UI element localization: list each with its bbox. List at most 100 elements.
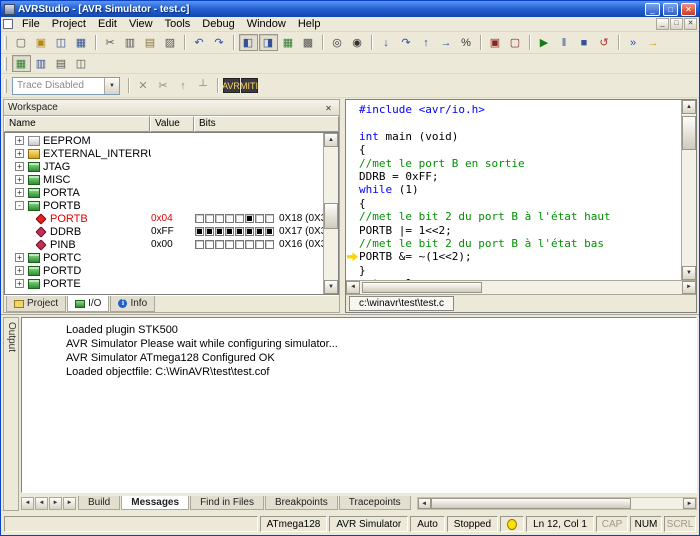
tree-row-porta[interactable]: +PORTA bbox=[5, 186, 322, 199]
tab-scroll-prev-icon[interactable]: ◄ bbox=[35, 497, 48, 510]
workspace-header[interactable]: Workspace ✕ bbox=[4, 100, 339, 116]
scroll-down-icon[interactable]: ▼ bbox=[324, 280, 338, 294]
mdi-minimize-button[interactable]: _ bbox=[656, 18, 669, 30]
scroll-track[interactable] bbox=[324, 147, 338, 280]
new-file-icon[interactable]: ▢ bbox=[12, 34, 31, 51]
bit-4-checkbox[interactable] bbox=[225, 240, 234, 249]
expand-icon[interactable]: + bbox=[15, 136, 24, 145]
trace-up-icon[interactable]: ↑ bbox=[174, 77, 193, 94]
expand-icon[interactable]: + bbox=[15, 188, 24, 197]
find-in-files-icon[interactable]: ◉ bbox=[348, 34, 367, 51]
code-line-6[interactable]: DDRB = 0xFF; bbox=[346, 170, 680, 183]
device-badge-icon[interactable]: MITI bbox=[241, 78, 258, 93]
maximize-button[interactable]: □ bbox=[663, 3, 678, 16]
scroll-track[interactable] bbox=[682, 114, 696, 266]
save-all-icon[interactable]: ▦ bbox=[72, 34, 91, 51]
close-button[interactable]: ✕ bbox=[681, 3, 696, 16]
bit-0-checkbox[interactable] bbox=[265, 214, 274, 223]
column-header-value[interactable]: Value bbox=[150, 116, 194, 132]
code-line-11[interactable]: //met le bit 2 du port B à l'état bas bbox=[346, 237, 680, 250]
tree-row-portb[interactable]: -PORTB bbox=[5, 199, 322, 212]
bit-7-checkbox[interactable] bbox=[195, 227, 204, 236]
cut-icon[interactable]: ✂ bbox=[101, 34, 120, 51]
code-line-12[interactable]: PORTB &= ~(1<<2); bbox=[346, 250, 680, 263]
clear-trace-icon[interactable]: ✂ bbox=[154, 77, 173, 94]
print-icon[interactable]: ▨ bbox=[161, 34, 180, 51]
output-tab-tracepoints[interactable]: Tracepoints bbox=[339, 496, 411, 510]
output-panel-tab[interactable]: Output bbox=[3, 317, 19, 511]
editor-hscrollbar[interactable]: ◄ ► bbox=[346, 280, 696, 294]
bit-2-checkbox[interactable] bbox=[245, 240, 254, 249]
expand-icon[interactable]: + bbox=[15, 279, 24, 288]
menu-edit[interactable]: Edit bbox=[92, 18, 123, 30]
chevron-down-icon[interactable]: ▼ bbox=[104, 78, 119, 94]
trace-dropdown[interactable]: Trace Disabled ▼ bbox=[12, 77, 120, 95]
pause-icon[interactable]: ‖ bbox=[555, 34, 574, 51]
scroll-up-icon[interactable]: ▲ bbox=[324, 133, 338, 147]
bit-5-checkbox[interactable] bbox=[215, 227, 224, 236]
undo-icon[interactable]: ↶ bbox=[190, 34, 209, 51]
bit-0-checkbox[interactable] bbox=[265, 227, 274, 236]
bit-1-checkbox[interactable] bbox=[255, 214, 264, 223]
expand-icon[interactable]: + bbox=[15, 266, 24, 275]
expand-icon[interactable]: + bbox=[15, 149, 24, 158]
save-file-icon[interactable]: ◫ bbox=[52, 34, 71, 51]
reset-icon[interactable]: ↺ bbox=[595, 34, 614, 51]
scroll-thumb[interactable] bbox=[431, 498, 631, 509]
expand-icon[interactable]: + bbox=[15, 175, 24, 184]
copy-icon[interactable]: ▥ bbox=[121, 34, 140, 51]
memory-window-icon[interactable]: ◫ bbox=[72, 55, 91, 72]
menu-window[interactable]: Window bbox=[241, 18, 292, 30]
toggle-watch-icon[interactable]: ▩ bbox=[299, 34, 318, 51]
bit-3-checkbox[interactable] bbox=[235, 227, 244, 236]
file-tab-test-c[interactable]: c:\winavr\test\test.c bbox=[349, 296, 454, 311]
toolbar-grip[interactable] bbox=[4, 79, 7, 93]
code-editor[interactable]: #include <avr/io.h>int main (void){//met… bbox=[346, 100, 696, 280]
collapse-icon[interactable]: - bbox=[15, 201, 24, 210]
editor-vscrollbar[interactable]: ▲ ▼ bbox=[681, 100, 696, 280]
bit-1-checkbox[interactable] bbox=[255, 227, 264, 236]
stop-icon[interactable]: ■ bbox=[575, 34, 594, 51]
code-line-13[interactable]: } bbox=[346, 264, 680, 277]
scroll-track[interactable] bbox=[431, 498, 683, 509]
bit-4-checkbox[interactable] bbox=[225, 227, 234, 236]
scroll-thumb[interactable] bbox=[324, 203, 338, 229]
menu-debug[interactable]: Debug bbox=[196, 18, 240, 30]
title-bar[interactable]: AVRStudio - [AVR Simulator - test.c] _ □… bbox=[1, 1, 699, 17]
next-breakpoint-icon[interactable]: » bbox=[624, 34, 643, 51]
code-line-7[interactable]: while (1) bbox=[346, 183, 680, 196]
tab-scroll-last-icon[interactable]: ► bbox=[63, 497, 76, 510]
code-line-3[interactable]: int main (void) bbox=[346, 130, 680, 143]
code-line-5[interactable]: //met le port B en sortie bbox=[346, 157, 680, 170]
workspace-tab-info[interactable]: Info bbox=[110, 296, 155, 312]
menu-project[interactable]: Project bbox=[46, 18, 92, 30]
tree-row-pinb[interactable]: PINB0x000X16 (0X36) bbox=[5, 238, 322, 251]
redo-icon[interactable]: ↷ bbox=[210, 34, 229, 51]
tree-row-ddrb[interactable]: DDRB0xFF0X17 (0X37) bbox=[5, 225, 322, 238]
tab-scroll-next-icon[interactable]: ► bbox=[49, 497, 62, 510]
tree-row-portb[interactable]: PORTB0x040X18 (0X38) bbox=[5, 212, 322, 225]
code-line-9[interactable]: //met le bit 2 du port B à l'état haut bbox=[346, 210, 680, 223]
workspace-scrollbar[interactable]: ▲ ▼ bbox=[323, 133, 338, 294]
scroll-thumb[interactable] bbox=[682, 116, 696, 150]
tree-row-portd[interactable]: +PORTD bbox=[5, 264, 322, 277]
tree-row-porte[interactable]: +PORTE bbox=[5, 277, 322, 290]
code-line-14[interactable]: return 1; bbox=[346, 277, 680, 280]
run-to-cursor-icon[interactable]: → bbox=[437, 34, 456, 51]
bit-7-checkbox[interactable] bbox=[195, 240, 204, 249]
scroll-thumb[interactable] bbox=[362, 282, 482, 293]
output-tab-messages[interactable]: Messages bbox=[121, 496, 189, 510]
bit-0-checkbox[interactable] bbox=[265, 240, 274, 249]
toggle-workspace-icon[interactable]: ◧ bbox=[239, 34, 258, 51]
code-line-8[interactable]: { bbox=[346, 197, 680, 210]
code-line-4[interactable]: { bbox=[346, 143, 680, 156]
bit-6-checkbox[interactable] bbox=[205, 240, 214, 249]
bit-7-checkbox[interactable] bbox=[195, 214, 204, 223]
column-header-name[interactable]: Name bbox=[4, 116, 150, 132]
output-messages[interactable]: Loaded plugin STK500AVR Simulator Please… bbox=[21, 317, 697, 493]
output-tab-find-in-files[interactable]: Find in Files bbox=[190, 496, 264, 510]
code-line-1[interactable]: #include <avr/io.h> bbox=[346, 103, 680, 116]
bit-2-checkbox[interactable] bbox=[245, 227, 254, 236]
bit-1-checkbox[interactable] bbox=[255, 240, 264, 249]
tree-row-portc[interactable]: +PORTC bbox=[5, 251, 322, 264]
